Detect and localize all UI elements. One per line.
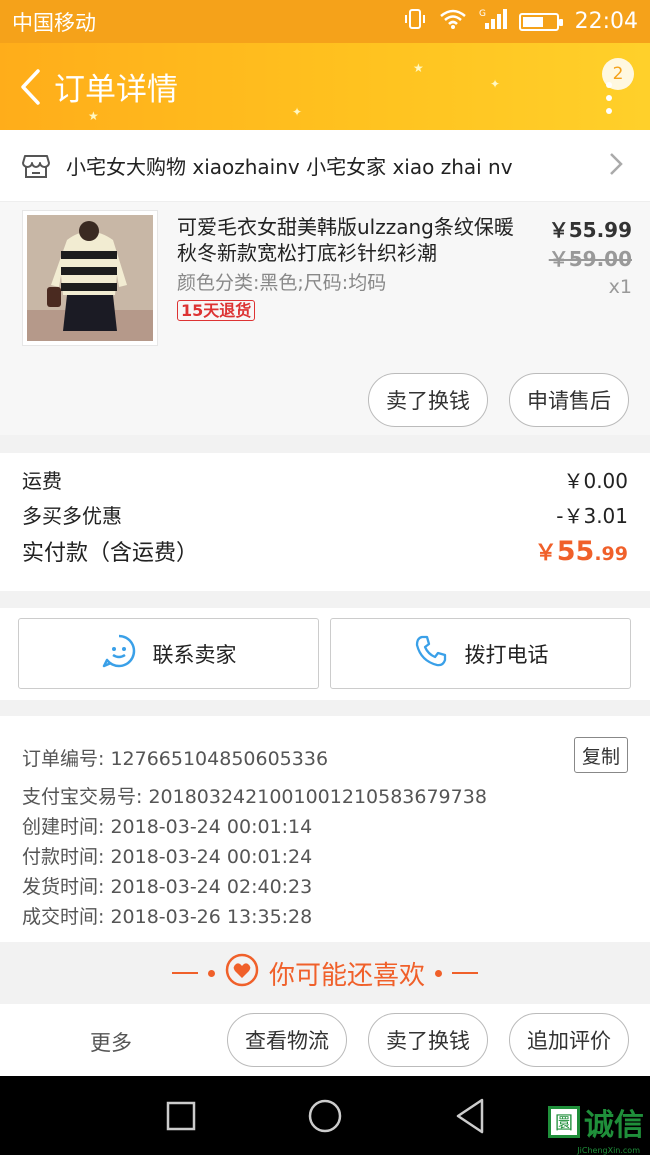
back-button[interactable] [10, 67, 50, 107]
page-title: 订单详情 [54, 72, 178, 108]
paid-amount: ￥55.99 [535, 535, 628, 567]
sell-exchange-button[interactable]: 卖了换钱 [368, 373, 488, 427]
paid-currency: ￥ [534, 541, 557, 566]
order-info: 订单编号: 127665104850605336 复制 支付宝交易号: 2018… [0, 716, 650, 942]
back-nav-button[interactable] [454, 1096, 486, 1140]
carrier-name: 中国移动 [12, 10, 96, 35]
shipping-row: 运费 ￥0.00 [22, 465, 628, 494]
chevron-right-icon [608, 151, 638, 181]
paid-row: 实付款（含运费） ￥55.99 [22, 535, 628, 567]
discount-row: 多买多优惠 -￥3.01 [22, 500, 628, 529]
watermark-text: 诚信 [584, 1108, 644, 1143]
divider-right [452, 972, 478, 974]
divider-dot-right [435, 969, 442, 977]
call-label: 拨打电话 [464, 642, 549, 667]
shipping-label: 运费 [22, 469, 62, 493]
copy-button[interactable]: 复制 [574, 737, 628, 773]
discount-value: -￥3.01 [556, 504, 628, 528]
divider-dot-left [207, 969, 215, 977]
more-dots-icon [606, 81, 612, 121]
vibrate-icon [403, 7, 427, 36]
product-spec: 颜色分类:黑色;尺码:均码 [177, 272, 387, 294]
add-review-button[interactable]: 追加评价 [509, 1013, 629, 1067]
shipping-value: ￥0.00 [563, 469, 628, 493]
chat-smile-icon [101, 633, 137, 674]
return-policy-tag: 15天退货 [177, 300, 256, 321]
home-button[interactable] [307, 1096, 343, 1140]
bottom-action-bar: 更多 查看物流 卖了换钱 追加评价 [0, 1004, 650, 1076]
completed-time: 成交时间: 2018-03-26 13:35:28 [22, 906, 313, 928]
recommend-title: 你可能还喜欢 [268, 960, 425, 991]
product-original-price: ￥59.00 [548, 247, 632, 271]
heart-icon [225, 953, 259, 994]
contact-seller-label: 联系卖家 [152, 642, 237, 667]
paid-label: 实付款（含运费） [22, 541, 199, 566]
call-button[interactable]: 拨打电话 [330, 618, 631, 689]
product-title[interactable]: 可爱毛衣女甜美韩版ulzzang条纹保暖秋冬新款宽松打底衫针织衫潮 [177, 214, 522, 266]
paid-integer: 55 [556, 536, 595, 567]
divider-left [171, 972, 198, 974]
status-bar: 中国移动 G 22:04 [0, 0, 650, 43]
phone-icon [413, 633, 449, 674]
more-menu-button[interactable]: 2 [586, 52, 636, 122]
signal-icon: G [479, 7, 507, 36]
more-button[interactable]: 更多 [90, 1027, 132, 1057]
shipped-time: 发货时间: 2018-03-24 02:40:23 [22, 876, 313, 898]
sell-exchange-button-bottom[interactable]: 卖了换钱 [368, 1013, 488, 1067]
recent-apps-button[interactable] [166, 1096, 196, 1140]
shop-row[interactable]: 小宅女大购物 xiaozhainv 小宅女家 xiao zhai nv [0, 130, 650, 202]
order-number: 订单编号: 127665104850605336 [22, 748, 329, 770]
view-logistics-button[interactable]: 查看物流 [227, 1013, 347, 1067]
discount-label: 多买多优惠 [22, 504, 122, 528]
battery-icon [518, 12, 563, 31]
product-price: ￥55.99 [548, 218, 632, 242]
created-time: 创建时间: 2018-03-24 00:01:14 [22, 816, 313, 838]
product-quantity: x1 [608, 276, 632, 298]
svg-text:G: G [479, 9, 486, 19]
product-item: 可爱毛衣女甜美韩版ulzzang条纹保暖秋冬新款宽松打底衫针织衫潮 颜色分类:黑… [0, 202, 650, 435]
after-sale-button[interactable]: 申请售后 [509, 373, 629, 427]
watermark-sub: JiChengXin.com [577, 1146, 640, 1155]
recommend-header: 你可能还喜欢 [0, 942, 650, 1004]
fee-summary: 运费 ￥0.00 多买多优惠 -￥3.01 实付款（含运费） ￥55.99 [0, 453, 650, 591]
store-icon [22, 152, 50, 180]
clock: 22:04 [574, 9, 638, 34]
watermark-logo: 圜 诚信 [548, 1100, 644, 1144]
paid-time: 付款时间: 2018-03-24 00:01:24 [22, 846, 313, 868]
paid-decimal: .99 [594, 543, 628, 565]
back-arrow-icon [21, 68, 40, 105]
alipay-trade-number: 支付宝交易号: 2018032421001001210583679738 [22, 786, 487, 808]
contact-seller-button[interactable]: 联系卖家 [18, 618, 319, 689]
app-header: ★ ★ ✦ ✦ 订单详情 2 [0, 43, 650, 130]
watermark-box: 圜 [548, 1106, 580, 1138]
product-thumbnail[interactable] [22, 210, 158, 346]
contact-bar: 联系卖家 拨打电话 [0, 608, 650, 700]
wifi-icon [439, 8, 467, 35]
shop-name: 小宅女大购物 xiaozhainv 小宅女家 xiao zhai nv [66, 155, 513, 179]
